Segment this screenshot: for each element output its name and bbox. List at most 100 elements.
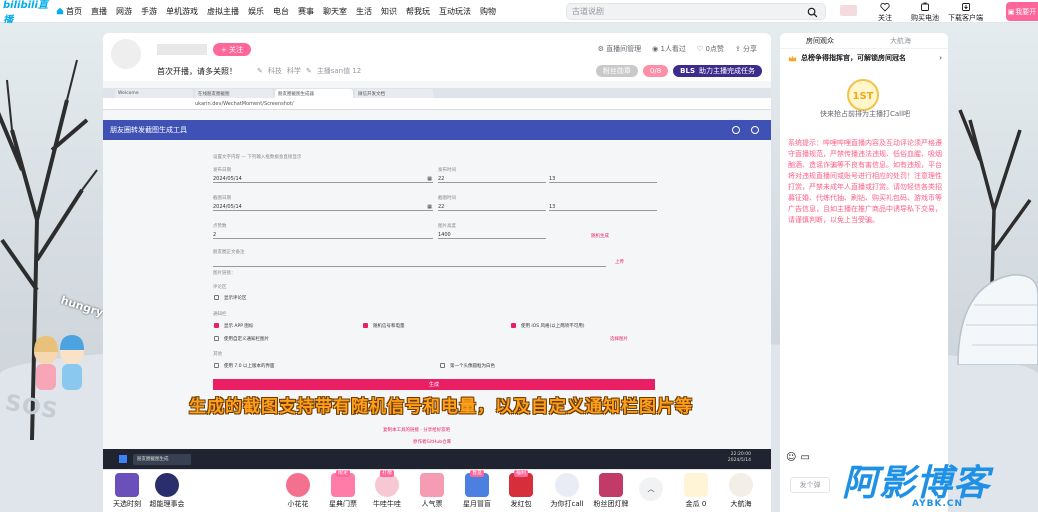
- nav-item-play-with-me[interactable]: 帮我玩: [406, 6, 430, 17]
- nav-item-shopping[interactable]: 购物: [480, 6, 496, 17]
- v7-ui-checkbox[interactable]: [214, 363, 219, 368]
- app-icon-label: 显示 APP 图标: [224, 324, 254, 329]
- random-signal-checkbox[interactable]: [363, 323, 368, 328]
- chat-bubble-icon[interactable]: ▭: [800, 452, 809, 463]
- nav-item-live[interactable]: 直播: [91, 6, 107, 17]
- generate-button[interactable]: 生成: [213, 379, 655, 390]
- nav-item-esports[interactable]: 赛事: [298, 6, 314, 17]
- gift-item[interactable]: 为你打call: [549, 473, 585, 509]
- custom-statusbar-checkbox[interactable]: [214, 336, 219, 341]
- choose-image-link[interactable]: 选择图片: [610, 336, 628, 342]
- tab-audience[interactable]: 房间观众: [806, 36, 834, 46]
- search-input[interactable]: 古道说剧: [566, 3, 826, 20]
- nav-item-interactive[interactable]: 互动玩法: [439, 6, 471, 17]
- github-repo-link[interactable]: 原作者GitHub仓库: [413, 439, 451, 445]
- start-date-input[interactable]: 2024/05/14 ▦: [213, 174, 433, 183]
- guard-entry[interactable]: 大航海: [723, 473, 759, 509]
- room-manage-link[interactable]: ⚙ 直播间管理: [598, 44, 642, 54]
- fan-medal-badge[interactable]: 粉丝勋章: [595, 65, 638, 77]
- like-count[interactable]: ♡ 0点赞: [697, 44, 724, 54]
- gold-wallet[interactable]: 金瓜 0: [678, 473, 714, 509]
- hour2-input[interactable]: 22: [438, 202, 546, 211]
- nav-item-radio[interactable]: 电台: [273, 6, 289, 17]
- end-date-input[interactable]: 2024/05/14 ▦: [213, 202, 433, 211]
- live-video-player[interactable]: Welcome 在线朋友圈截图 朋友圈截图生成器 微信开发文档 ukarin.d…: [103, 81, 771, 469]
- comment-input[interactable]: [213, 258, 606, 267]
- copy-link[interactable]: 复制本工具的链接 · 分享给好友吧: [383, 427, 450, 433]
- white-avatar-label: 第一个头像圆框为白色: [450, 364, 495, 369]
- emoji-icon[interactable]: ☺: [786, 452, 796, 463]
- windows-taskbar: 朋友圈截图生成 22:20:00 2024/5/14: [103, 449, 771, 469]
- gift-item[interactable]: 限定 星典门票: [325, 470, 361, 509]
- gift-more-button[interactable]: ︿: [633, 477, 669, 503]
- taskbar-app[interactable]: 朋友圈截图生成: [133, 453, 191, 465]
- nav-item-chatroom[interactable]: 聊天室: [323, 6, 347, 17]
- nav-item-entertainment[interactable]: 娱乐: [248, 6, 264, 17]
- streamer-avatar[interactable]: [111, 39, 141, 69]
- random-generate-link[interactable]: 随机生成: [591, 233, 609, 239]
- tab-guard[interactable]: 大航海: [890, 36, 911, 46]
- rank-badge[interactable]: 0/8: [642, 65, 669, 77]
- search-icon[interactable]: [807, 7, 818, 18]
- browser-address-bar[interactable]: ukarin.dev/WechatMoment/Screenshot/: [103, 98, 771, 110]
- gift-item[interactable]: 超能理事会: [149, 473, 185, 509]
- gift-item[interactable]: 天选时刻: [109, 473, 145, 509]
- nav-item-home[interactable]: 首页: [56, 6, 82, 17]
- upload-link[interactable]: 上传: [615, 259, 624, 265]
- show-comments-checkbox[interactable]: [214, 295, 219, 300]
- app-icon-checkbox[interactable]: [214, 323, 219, 328]
- rank-banner[interactable]: 总榜争得指挥官，可解锁房间冠名 ›: [788, 53, 942, 63]
- gift-item[interactable]: 小花花: [280, 473, 316, 509]
- hour2-label: 截图时间: [438, 196, 456, 201]
- minute1-input[interactable]: 13: [549, 174, 657, 183]
- gift-item[interactable]: 粉丝团灯牌: [593, 473, 629, 509]
- boost-task-badge[interactable]: BLS 助力主播完成任务: [673, 65, 762, 77]
- nav-item-mobile-games[interactable]: 手游: [141, 6, 157, 17]
- like-count-input[interactable]: 2: [213, 230, 433, 239]
- hour1-input[interactable]: 22: [438, 174, 546, 183]
- calendar-icon[interactable]: ▦: [427, 176, 432, 182]
- nav-item-knowledge[interactable]: 知识: [381, 6, 397, 17]
- nav-item-single-player[interactable]: 单机游戏: [166, 6, 198, 17]
- windows-start-icon[interactable]: [119, 455, 127, 463]
- share-button[interactable]: ⇪ 分享: [735, 44, 757, 54]
- gift-item[interactable]: 打榜 牛哇牛哇: [369, 470, 405, 509]
- tag-tech[interactable]: 科技: [268, 66, 282, 76]
- follow-button[interactable]: + 关注: [213, 43, 251, 56]
- ios-style-label: 使用 iOS 风格(以上两项不可用): [521, 324, 585, 329]
- igloo-decoration: [957, 274, 1038, 365]
- nav-item-life[interactable]: 生活: [356, 6, 372, 17]
- nav-item-vtuber[interactable]: 虚拟主播: [207, 6, 239, 17]
- info-icon[interactable]: [732, 126, 740, 134]
- bilibili-live-logo[interactable]: bilibili直播: [0, 0, 56, 26]
- gift-item[interactable]: 盲盒 星月冒盲: [459, 470, 495, 509]
- edit-icon[interactable]: ✎: [257, 67, 263, 75]
- camera-icon: ▣: [1007, 7, 1015, 16]
- room-tags: ✎ 科技 科学 ✎ 主播san值 12: [257, 66, 361, 76]
- github-icon[interactable]: [751, 126, 759, 134]
- minute2-input[interactable]: 13: [549, 202, 657, 211]
- calendar-icon[interactable]: ▦: [427, 204, 432, 210]
- nav-item-online-games[interactable]: 网游: [116, 6, 132, 17]
- browser-tab[interactable]: Welcome: [115, 89, 193, 98]
- gift-item[interactable]: 福利 发红包: [503, 470, 539, 509]
- browser-tab[interactable]: 微信开发文档: [355, 89, 433, 98]
- ios-style-checkbox[interactable]: [511, 323, 516, 328]
- chat-input[interactable]: 发个弹: [790, 477, 830, 493]
- browser-tab[interactable]: 在线朋友圈截图: [195, 89, 273, 98]
- white-avatar-checkbox[interactable]: [440, 363, 445, 368]
- streamer-name[interactable]: [157, 44, 207, 55]
- image-height-input[interactable]: 1400: [438, 230, 546, 239]
- edit-icon[interactable]: ✎: [306, 67, 312, 75]
- gift-item[interactable]: 人气票: [414, 473, 450, 509]
- start-live-button[interactable]: ▣ 我要开: [1006, 2, 1038, 21]
- section-statusbar: 通知栏: [213, 312, 227, 317]
- download-client-entry[interactable]: 下载客户端: [948, 2, 983, 23]
- battery-icon: [921, 2, 929, 11]
- buy-battery-entry[interactable]: 购买电池: [911, 2, 939, 23]
- share-icon: ⇪: [734, 45, 743, 53]
- user-avatar[interactable]: [840, 5, 857, 16]
- follow-entry[interactable]: 关注: [878, 2, 892, 23]
- browser-tab-active[interactable]: 朋友圈截图生成器: [275, 89, 353, 98]
- tag-science[interactable]: 科学: [287, 66, 301, 76]
